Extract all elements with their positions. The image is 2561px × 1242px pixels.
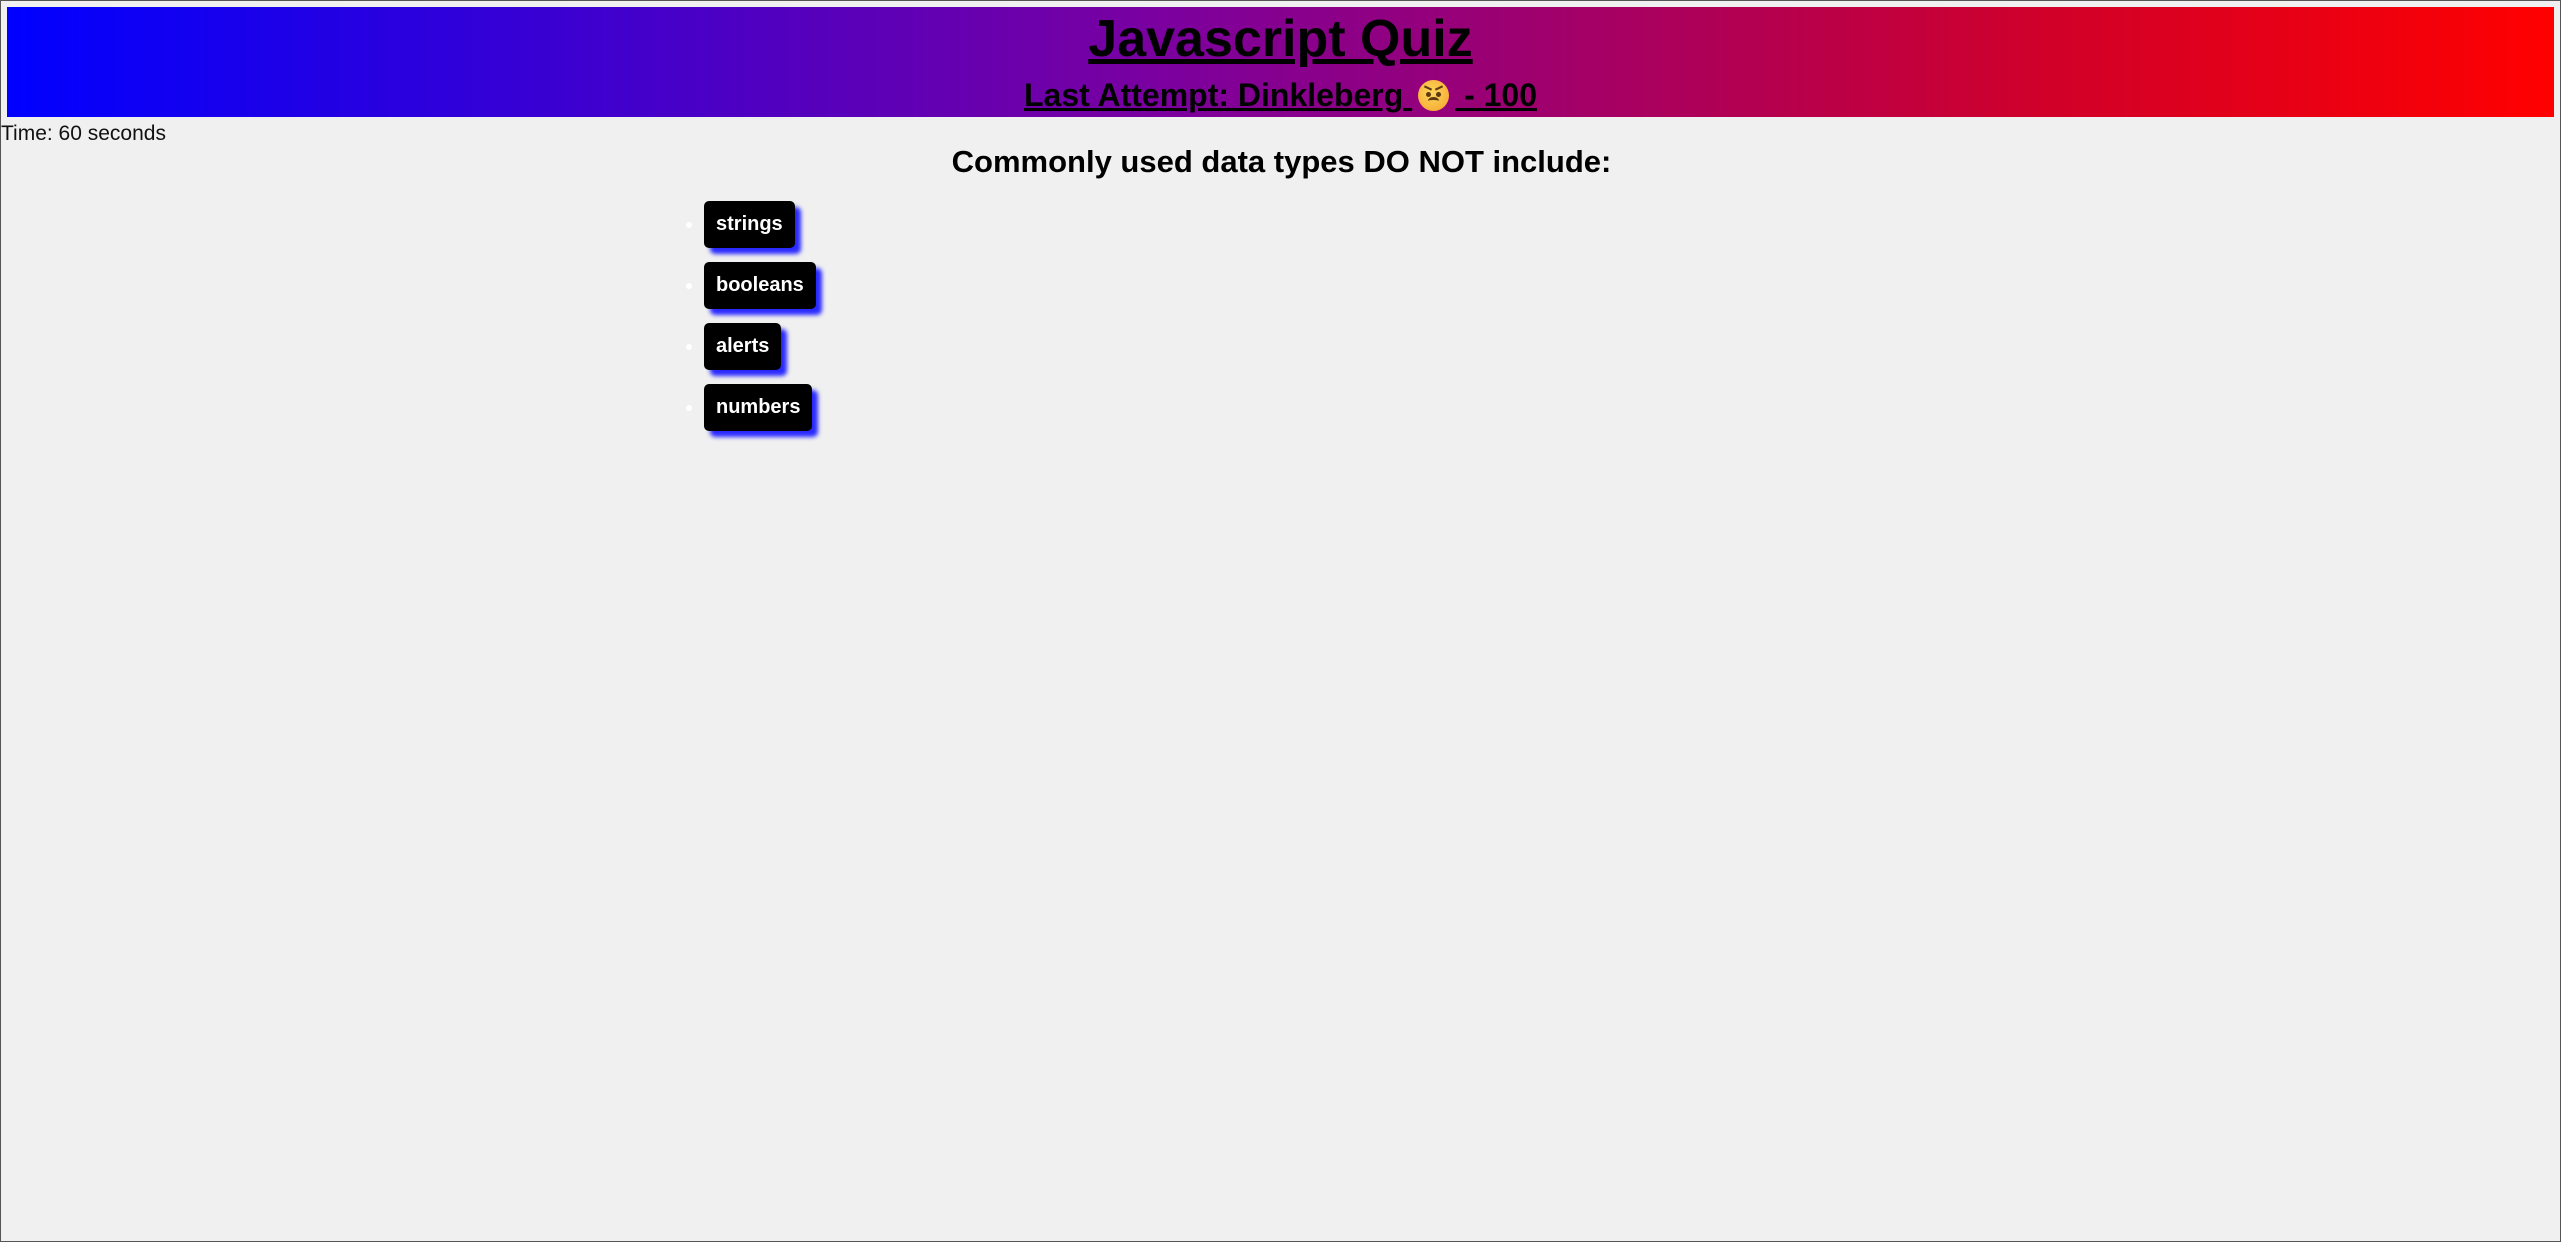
page-title: Javascript Quiz bbox=[1088, 10, 1473, 68]
answer-button-booleans[interactable]: booleans bbox=[704, 262, 816, 309]
answer-button-strings[interactable]: strings bbox=[704, 201, 795, 248]
timer-text: Time: 60 seconds bbox=[1, 122, 166, 145]
list-item: alerts bbox=[704, 323, 816, 371]
last-attempt-text: Last Attempt: Dinkleberg bbox=[1023, 77, 1404, 113]
quiz-header: Javascript Quiz Last Attempt: Dinkleberg… bbox=[7, 7, 2554, 117]
list-item: strings bbox=[704, 201, 816, 249]
last-attempt-banner: Last Attempt: Dinkleberg - 100 bbox=[7, 77, 2554, 113]
answer-list: strings booleans alerts numbers bbox=[681, 201, 816, 445]
list-item: booleans bbox=[704, 262, 816, 310]
list-item: numbers bbox=[704, 384, 816, 432]
answer-button-alerts[interactable]: alerts bbox=[704, 323, 782, 370]
angry-face-icon bbox=[1418, 80, 1450, 111]
question-text: Commonly used data types DO NOT include: bbox=[951, 144, 1612, 179]
answer-button-numbers[interactable]: numbers bbox=[704, 384, 813, 431]
last-attempt-score: - 100 bbox=[1464, 77, 1537, 113]
